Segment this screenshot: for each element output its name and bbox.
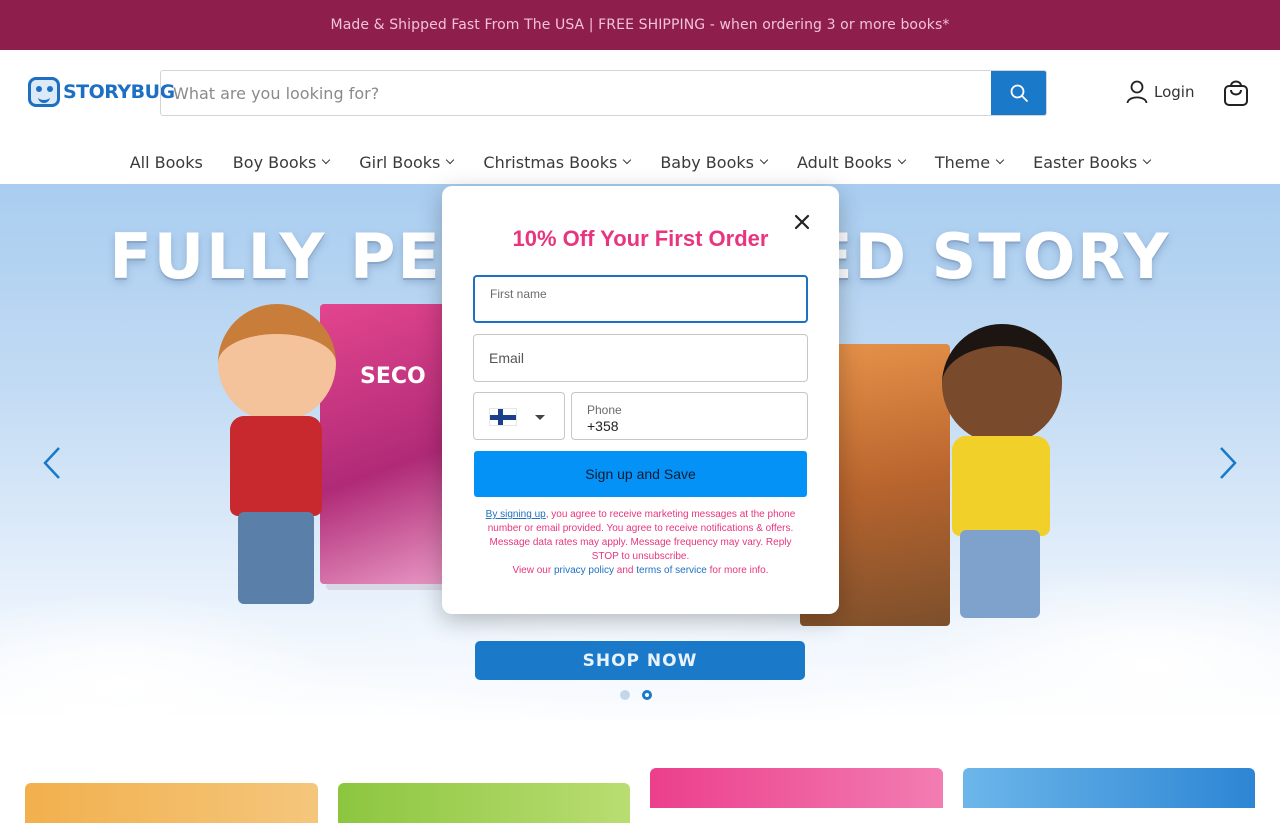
book-title: SECO: [360, 364, 426, 389]
finland-flag-icon: [489, 408, 517, 426]
signup-modal: 10% Off Your First Order First name Emai…: [442, 186, 839, 614]
category-tile-1[interactable]: [25, 783, 318, 823]
category-tile-4[interactable]: [963, 768, 1255, 808]
announcement-bar: Made & Shipped Fast From The USA | FREE …: [0, 0, 1280, 50]
nav-adult-books[interactable]: Adult Books: [782, 153, 920, 172]
chevron-down-icon: [322, 155, 331, 165]
login-link[interactable]: Login: [1126, 80, 1194, 104]
character-head: [218, 304, 336, 422]
character-legs: [238, 512, 314, 604]
modal-title: 10% Off Your First Order: [512, 226, 769, 251]
shopping-bag-icon: [1224, 80, 1248, 106]
nav-label: All Books: [129, 152, 203, 172]
legal-disclaimer: By signing up, you agree to receive mark…: [478, 508, 803, 578]
character-body: [952, 436, 1050, 536]
login-label: Login: [1154, 83, 1195, 101]
nav-label: Theme: [934, 152, 991, 172]
search-button[interactable]: [991, 71, 1046, 115]
terms-of-service-link[interactable]: terms of service: [636, 565, 707, 576]
bug-logo-icon: [28, 77, 60, 107]
slide-prev-arrow-icon[interactable]: [42, 446, 62, 480]
chevron-down-icon: [759, 155, 769, 165]
first-name-field[interactable]: First name: [473, 275, 808, 323]
first-name-label: First name: [490, 287, 547, 301]
phone-field[interactable]: Phone +358: [571, 392, 808, 440]
chevron-down-icon: [1143, 155, 1152, 165]
slide-next-arrow-icon[interactable]: [1218, 446, 1238, 480]
privacy-policy-link[interactable]: privacy policy: [554, 565, 614, 576]
nav-label: Boy Books: [232, 152, 317, 172]
logo-text: STORYBUG: [63, 81, 175, 103]
phone-label: Phone: [587, 403, 622, 417]
nav-theme[interactable]: Theme: [920, 153, 1018, 172]
nav-girl-books[interactable]: Girl Books: [344, 153, 468, 172]
nav-label: Adult Books: [796, 152, 892, 172]
signing-up-link[interactable]: By signing up: [486, 509, 546, 520]
hero-boy-character: [210, 304, 350, 614]
hero-girl-character: [930, 324, 1080, 624]
phone-value: +358: [587, 418, 619, 434]
nav-all-books[interactable]: All Books: [115, 153, 218, 172]
chevron-down-icon: [446, 155, 455, 165]
nav-baby-books[interactable]: Baby Books: [645, 153, 782, 172]
nav-easter-books[interactable]: Easter Books: [1018, 153, 1165, 172]
email-field[interactable]: Email: [473, 334, 808, 382]
shop-now-button[interactable]: SHOP NOW: [475, 641, 805, 680]
character-body: [230, 416, 322, 516]
sign-up-button[interactable]: Sign up and Save: [474, 451, 807, 497]
search-bar: [160, 70, 1047, 116]
cart-button[interactable]: [1222, 78, 1250, 112]
email-placeholder: Email: [489, 350, 525, 366]
chevron-down-icon: [897, 155, 907, 165]
nav-label: Baby Books: [660, 152, 754, 172]
nav-label: Girl Books: [359, 152, 441, 172]
search-icon: [1010, 84, 1028, 102]
legal-more-info: for more info.: [706, 565, 769, 576]
user-icon: [1126, 80, 1148, 104]
storybug-logo[interactable]: STORYBUG: [28, 76, 175, 108]
caret-down-icon: [535, 415, 545, 420]
main-nav: All Books Boy Books Girl Books Christmas…: [0, 144, 1280, 180]
legal-view: View our: [512, 565, 554, 576]
legal-and: and: [614, 565, 637, 576]
nav-label: Easter Books: [1033, 152, 1138, 172]
slide-dot-1[interactable]: [620, 690, 630, 700]
search-input[interactable]: [161, 71, 991, 115]
slide-dot-2[interactable]: [642, 690, 652, 700]
country-select[interactable]: [473, 392, 565, 440]
category-tile-2[interactable]: [338, 783, 630, 823]
chevron-down-icon: [623, 155, 632, 165]
chevron-down-icon: [995, 155, 1005, 165]
nav-christmas-books[interactable]: Christmas Books: [468, 153, 645, 172]
category-tile-3[interactable]: [650, 768, 943, 808]
character-legs: [960, 530, 1040, 618]
nav-boy-books[interactable]: Boy Books: [218, 153, 344, 172]
character-head: [942, 324, 1062, 444]
nav-label: Christmas Books: [483, 152, 618, 172]
slide-dots: [620, 690, 652, 700]
site-header: STORYBUG Login All Books Boy Books Girl …: [0, 50, 1280, 184]
